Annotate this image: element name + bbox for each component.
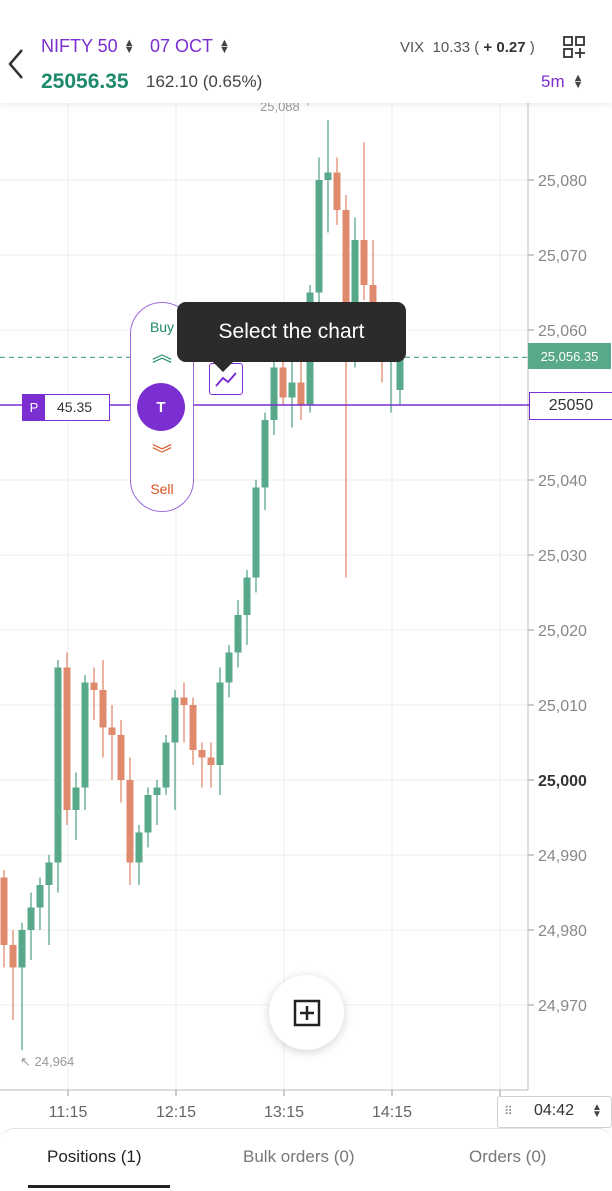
candle-body	[234, 615, 242, 653]
candle-body	[0, 877, 8, 945]
y-tick-label: 25,040	[538, 473, 587, 490]
candle-body	[99, 690, 107, 728]
candle-body	[90, 682, 98, 690]
candle-body	[216, 682, 224, 765]
price-change: 162.10 (0.65%)	[146, 72, 263, 91]
candle-body	[108, 727, 116, 735]
candle-body	[243, 577, 251, 615]
candle-body	[36, 885, 44, 908]
y-tick-label: 25,020	[538, 623, 587, 640]
crosshair-plus-icon	[293, 999, 320, 1026]
y-tick-label: 24,970	[538, 998, 587, 1015]
candle-body	[153, 787, 161, 795]
active-tab-underline	[28, 1185, 170, 1188]
y-tick-label: 24,990	[538, 848, 587, 865]
y-tick-label: 25,000	[538, 773, 587, 790]
candle-body	[9, 945, 17, 968]
candle-body	[171, 697, 179, 743]
expiry-selector[interactable]: 07 OCT ▲ ▼	[150, 36, 230, 57]
vix-label: VIX	[400, 39, 425, 56]
position-value: 45.35	[57, 399, 93, 415]
y-tick-label: 25,080	[538, 173, 587, 190]
candle-body	[162, 742, 170, 788]
candle-body	[315, 180, 323, 293]
vix-readout: VIX 10.33 ( + 0.27 )	[400, 39, 535, 56]
y-tick-label: 25,060	[538, 323, 587, 340]
candle-body	[126, 780, 134, 863]
double-chevron-down-icon[interactable]: ︾	[131, 445, 193, 465]
candle-body	[225, 652, 233, 683]
candle-body	[18, 930, 26, 968]
candle-body	[270, 367, 278, 420]
sort-arrows-icon: ▲ ▼	[572, 72, 584, 91]
candle-body	[144, 795, 152, 833]
sort-arrows-icon: ▲ ▼	[592, 1102, 602, 1120]
x-tick-label: 13:15	[264, 1104, 304, 1121]
y-tick-label: 25,030	[538, 548, 587, 565]
candle-body	[252, 487, 260, 578]
drag-grip-icon[interactable]: ⠿	[504, 1104, 513, 1118]
candle-body	[207, 757, 215, 765]
time-value: 04:42	[534, 1102, 575, 1119]
tab-bulk-orders[interactable]: Bulk orders (0)	[243, 1147, 354, 1167]
candle-body	[333, 172, 341, 210]
tab-orders[interactable]: Orders (0)	[469, 1147, 546, 1167]
interval-value: 5m	[541, 72, 565, 91]
candle-body	[324, 172, 332, 180]
tab-positions[interactable]: Positions (1)	[47, 1147, 141, 1167]
candle-body	[135, 832, 143, 863]
vix-change: + 0.27	[483, 39, 526, 56]
current-price-label: 25,056.35	[528, 343, 611, 369]
bottom-tabs: Positions (1) Bulk orders (0) Orders (0)	[0, 1128, 612, 1191]
position-letter: P	[23, 395, 45, 420]
x-tick-label: 12:15	[156, 1104, 196, 1121]
back-chevron-icon[interactable]	[6, 44, 28, 84]
low-price-label: ↖ 24,964	[20, 1054, 74, 1069]
candle-body	[360, 240, 368, 285]
candle-body	[117, 735, 125, 780]
y-tick-label: 25,010	[538, 698, 587, 715]
select-chart-tooltip: Select the chart	[177, 302, 406, 372]
y-tick-label: 25,070	[538, 248, 587, 265]
candle-body	[198, 750, 206, 758]
candle-body	[54, 667, 62, 863]
trade-button[interactable]: T	[137, 383, 185, 431]
candle-body	[279, 367, 287, 398]
interval-selector[interactable]: 5m ▲ ▼	[541, 72, 584, 92]
symbol-name: NIFTY 50	[41, 36, 118, 56]
grid-add-icon[interactable]	[563, 36, 585, 58]
symbol-selector[interactable]: NIFTY 50 ▲ ▼	[41, 36, 135, 57]
x-tick-label: 14:15	[372, 1104, 412, 1121]
sort-arrows-icon: ▲ ▼	[123, 36, 135, 56]
sell-label[interactable]: Sell	[131, 481, 193, 497]
x-tick-label: 11:15	[49, 1104, 88, 1121]
candle-body	[261, 420, 269, 488]
y-tick-label: 24,980	[538, 923, 587, 940]
add-chart-button[interactable]	[269, 975, 344, 1050]
candle-body	[81, 682, 89, 788]
candle-body	[45, 862, 53, 885]
time-selector[interactable]: ⠿ 04:42 ▲ ▼	[497, 1096, 612, 1128]
sort-arrows-icon: ▲ ▼	[219, 36, 230, 56]
candle-body	[288, 382, 296, 398]
vix-value: 10.33	[432, 39, 471, 56]
candle-body	[27, 907, 35, 930]
candle-body	[180, 697, 188, 705]
candle-body	[297, 382, 305, 405]
header: NIFTY 50 ▲ ▼ 07 OCT ▲ ▼ 25056.35 162.10 (0…	[0, 0, 612, 103]
position-badge[interactable]: P 45.35	[22, 394, 110, 421]
expiry-date: 07 OCT	[150, 36, 214, 56]
candle-body	[189, 705, 197, 750]
candle-body	[63, 667, 71, 810]
last-price: 25056.35	[41, 70, 129, 93]
line-price-label[interactable]: 25050	[529, 392, 612, 420]
candle-body	[72, 787, 80, 810]
